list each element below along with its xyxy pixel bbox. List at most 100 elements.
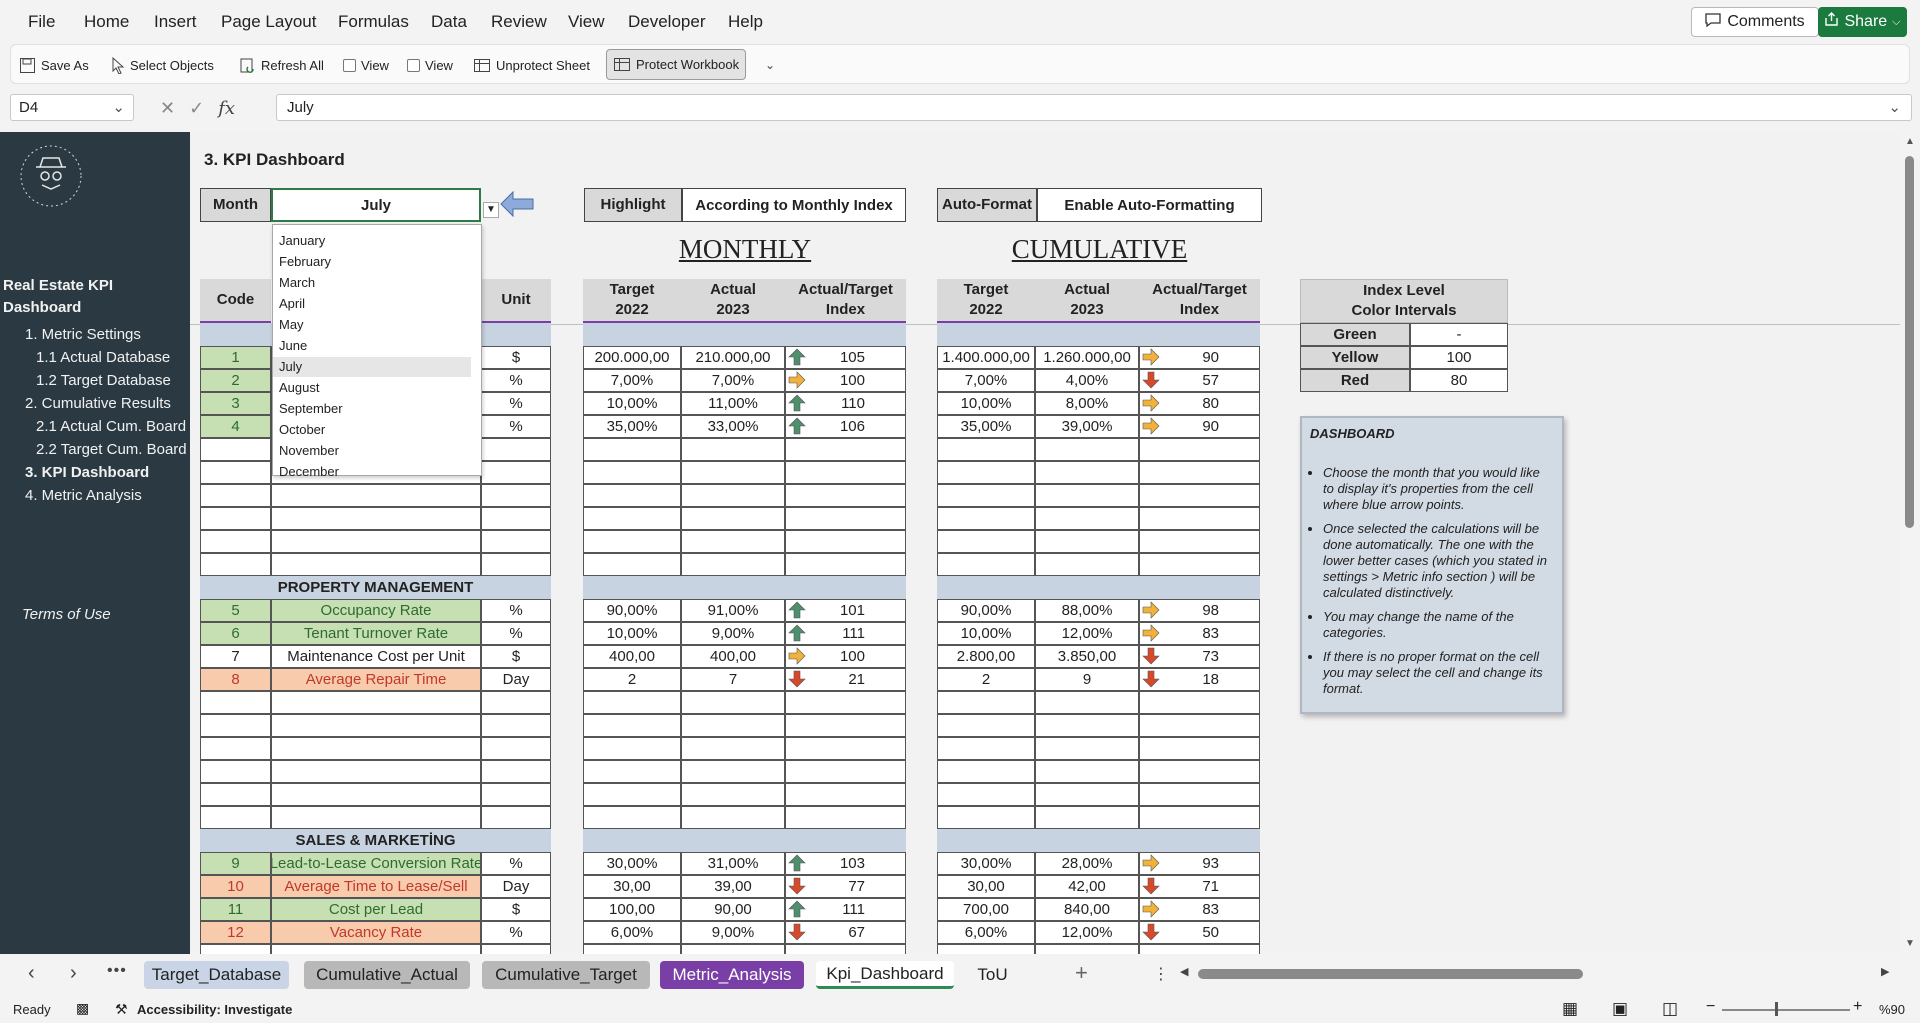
grid-cell[interactable]	[1139, 691, 1260, 714]
cumulative-target-cell[interactable]: 7,00%	[937, 369, 1035, 392]
cumulative-actual-cell[interactable]: 4,00%	[1035, 369, 1139, 392]
grid-cell[interactable]	[200, 737, 271, 760]
unit-cell[interactable]: Day	[481, 668, 551, 691]
grid-cell[interactable]	[1035, 438, 1139, 461]
cumulative-target-cell[interactable]: 10,00%	[937, 622, 1035, 645]
grid-cell[interactable]	[583, 507, 681, 530]
grid-cell[interactable]	[937, 530, 1035, 553]
grid-cell[interactable]	[481, 944, 551, 954]
grid-cell[interactable]	[200, 484, 271, 507]
vertical-scroll-thumb[interactable]	[1905, 156, 1914, 528]
metric-name-cell[interactable]: Cost per Lead	[271, 898, 481, 921]
code-cell[interactable]: 4	[200, 415, 271, 438]
month-option[interactable]: December	[273, 462, 471, 482]
grid-cell[interactable]	[1139, 461, 1260, 484]
grid-cell[interactable]	[1035, 553, 1139, 576]
grid-cell[interactable]	[937, 806, 1035, 829]
grid-cell[interactable]	[937, 507, 1035, 530]
cumulative-actual-cell[interactable]: 88,00%	[1035, 599, 1139, 622]
grid-cell[interactable]	[583, 461, 681, 484]
scroll-down-icon[interactable]: ▼	[1905, 938, 1915, 949]
grid-cell[interactable]	[481, 806, 551, 829]
monthly-target-cell[interactable]: 35,00%	[583, 415, 681, 438]
monthly-target-cell[interactable]: 100,00	[583, 898, 681, 921]
grid-cell[interactable]	[937, 760, 1035, 783]
grid-cell[interactable]	[1139, 530, 1260, 553]
grid-cell[interactable]	[937, 553, 1035, 576]
grid-cell[interactable]	[785, 438, 906, 461]
grid-cell[interactable]	[583, 714, 681, 737]
month-option[interactable]: June	[273, 336, 471, 356]
unit-cell[interactable]: %	[481, 392, 551, 415]
grid-cell[interactable]	[681, 714, 785, 737]
monthly-actual-cell[interactable]: 210.000,00	[681, 346, 785, 369]
grid-cell[interactable]	[481, 484, 551, 507]
unit-cell[interactable]: $	[481, 898, 551, 921]
grid-cell[interactable]	[481, 530, 551, 553]
grid-cell[interactable]	[271, 484, 481, 507]
grid-cell[interactable]	[271, 530, 481, 553]
grid-cell[interactable]	[785, 530, 906, 553]
grid-cell[interactable]	[1035, 530, 1139, 553]
metric-name-cell[interactable]: Average Repair Time	[271, 668, 481, 691]
month-select-cell[interactable]: July	[271, 188, 481, 222]
code-cell[interactable]: 1	[200, 346, 271, 369]
monthly-actual-cell[interactable]: 7,00%	[681, 369, 785, 392]
month-option[interactable]: November	[273, 441, 471, 461]
zoom-level[interactable]: %90	[1879, 1002, 1905, 1017]
grid-cell[interactable]	[681, 553, 785, 576]
code-cell[interactable]: 6	[200, 622, 271, 645]
grid-cell[interactable]	[681, 461, 785, 484]
cumulative-actual-cell[interactable]: 12,00%	[1035, 921, 1139, 944]
metric-name-cell[interactable]: Occupancy Rate	[271, 599, 481, 622]
monthly-actual-cell[interactable]: 400,00	[681, 645, 785, 668]
grid-cell[interactable]	[785, 737, 906, 760]
accessibility-status[interactable]: Accessibility: Investigate	[137, 1002, 292, 1017]
month-option[interactable]: March	[273, 273, 471, 293]
scroll-left-icon[interactable]: ◀	[1180, 965, 1188, 978]
unit-cell[interactable]: $	[481, 645, 551, 668]
grid-cell[interactable]	[271, 691, 481, 714]
grid-cell[interactable]	[200, 553, 271, 576]
grid-cell[interactable]	[1139, 944, 1260, 954]
month-dropdown-button[interactable]: ▼	[483, 202, 499, 218]
grid-cell[interactable]	[785, 944, 906, 954]
monthly-actual-cell[interactable]: 11,00%	[681, 392, 785, 415]
cumulative-actual-cell[interactable]: 8,00%	[1035, 392, 1139, 415]
unit-cell[interactable]: $	[481, 346, 551, 369]
month-option[interactable]: October	[273, 420, 471, 440]
prev-sheet-icon[interactable]: ‹	[28, 962, 35, 985]
grid-cell[interactable]	[937, 691, 1035, 714]
grid-cell[interactable]	[681, 691, 785, 714]
monthly-target-cell[interactable]: 2	[583, 668, 681, 691]
grid-cell[interactable]	[1139, 714, 1260, 737]
grid-cell[interactable]	[271, 806, 481, 829]
monthly-actual-cell[interactable]: 9,00%	[681, 921, 785, 944]
month-option[interactable]: January	[273, 231, 471, 251]
cumulative-actual-cell[interactable]: 42,00	[1035, 875, 1139, 898]
scroll-up-icon[interactable]: ▲	[1905, 136, 1915, 147]
grid-cell[interactable]	[200, 530, 271, 553]
grid-cell[interactable]	[1139, 737, 1260, 760]
horizontal-scroll-thumb[interactable]	[1198, 969, 1583, 979]
grid-cell[interactable]	[481, 507, 551, 530]
month-option[interactable]: July	[273, 357, 471, 377]
tab-tou[interactable]: ToU	[965, 961, 1020, 989]
cumulative-actual-cell[interactable]: 39,00%	[1035, 415, 1139, 438]
grid-cell[interactable]	[1139, 806, 1260, 829]
grid-cell[interactable]	[1139, 783, 1260, 806]
grid-cell[interactable]	[271, 553, 481, 576]
grid-cell[interactable]	[1035, 691, 1139, 714]
unit-cell[interactable]: %	[481, 599, 551, 622]
grid-cell[interactable]	[1035, 944, 1139, 954]
grid-cell[interactable]	[583, 944, 681, 954]
metric-name-cell[interactable]: Average Time to Lease/Sell	[271, 875, 481, 898]
unit-cell[interactable]: %	[481, 415, 551, 438]
month-option[interactable]: February	[273, 252, 471, 272]
grid-cell[interactable]	[937, 484, 1035, 507]
grid-cell[interactable]	[200, 691, 271, 714]
cumulative-target-cell[interactable]: 90,00%	[937, 599, 1035, 622]
monthly-target-cell[interactable]: 30,00%	[583, 852, 681, 875]
metric-name-cell[interactable]: Tenant Turnover Rate	[271, 622, 481, 645]
grid-cell[interactable]	[1035, 461, 1139, 484]
